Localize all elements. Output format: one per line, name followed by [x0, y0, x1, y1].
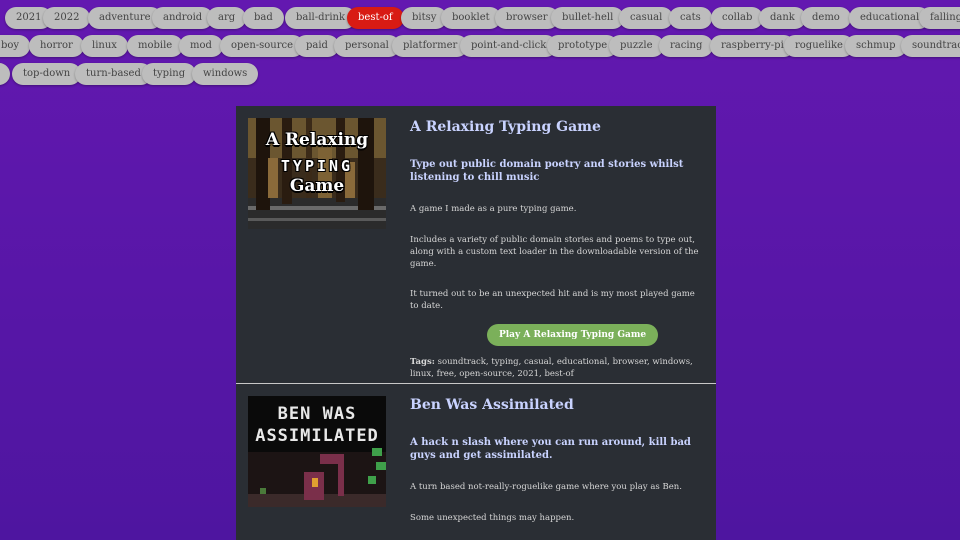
tag-pill[interactable]: windows	[192, 63, 259, 85]
game-thumbnail[interactable]: BEN WAS ASSIMILATED	[248, 396, 386, 507]
tag-pill[interactable]: prototype	[547, 35, 619, 57]
game-title[interactable]: Ben Was Assimilated	[410, 396, 700, 414]
game-description: Includes a variety of public domain stor…	[410, 235, 699, 269]
tag-pill[interactable]: best-of	[347, 7, 404, 29]
tag-pill[interactable]: roguelike	[784, 35, 854, 57]
thumbnail-title-line: ASSIMILATED	[255, 426, 379, 446]
tag-pill[interactable]: open-source	[220, 35, 305, 57]
thumbnail-title-line: BEN WAS	[277, 404, 357, 424]
game-description: A game I made as a pure typing game.	[410, 204, 577, 214]
game-tags: Tags: soundtrack, typing, casual, educat…	[410, 356, 700, 380]
tag-pill[interactable]: puzzle	[609, 35, 664, 57]
tag-pill[interactable]: mod	[179, 35, 223, 57]
tag-pill[interactable]: mobile	[127, 35, 184, 57]
game-subtitle: Type out public domain poetry and storie…	[410, 159, 684, 183]
tag-pill[interactable]: bullet-hell	[551, 7, 625, 29]
tag-pill[interactable]: paid	[295, 35, 339, 57]
games-list: A Relaxing TYPING Game A Relaxing Typing…	[236, 106, 716, 540]
tag-pill[interactable]: arg	[207, 7, 247, 29]
tag-pill[interactable]: dank	[759, 7, 806, 29]
game-title[interactable]: A Relaxing Typing Game	[410, 118, 700, 136]
tag-pill[interactable]: schmup	[845, 35, 907, 57]
thumbnail-title-line: A Relaxing	[265, 130, 369, 150]
game-description: It turned out to be an unexpected hit an…	[410, 289, 695, 311]
tag-pill[interactable]: turn-based	[75, 63, 152, 85]
tag-pill[interactable]: booklet	[441, 7, 501, 29]
tag-pill[interactable]: collab	[711, 7, 764, 29]
tag-pill[interactable]: top-down	[12, 63, 82, 85]
game-details: A Relaxing Typing Game Type out public d…	[410, 118, 700, 380]
tag-filter-bar: 2021 2022 adventure android arg bad ball-drink…	[0, 0, 960, 90]
tag-pill[interactable]: adventure	[88, 7, 162, 29]
tags-value[interactable]: soundtrack, typing, casual, educational,…	[410, 357, 693, 379]
thumbnail-title-line: Game	[289, 176, 345, 196]
play-button[interactable]: Play A Relaxing Typing Game	[487, 324, 659, 346]
tag-pill[interactable]: demo	[801, 7, 851, 29]
tag-pill[interactable]	[0, 63, 10, 85]
tag-pill[interactable]: bad	[243, 7, 284, 29]
thumbnail-title-line: TYPING	[280, 157, 354, 175]
tag-pill[interactable]: casual	[619, 7, 674, 29]
game-description: A turn based not-really-roguelike game w…	[410, 482, 682, 492]
tags-label: Tags:	[410, 357, 435, 367]
tag-pill[interactable]: boy	[0, 35, 31, 57]
tag-pill[interactable]: ball-drink	[285, 7, 357, 29]
game-details: Ben Was Assimilated A hack n slash where…	[410, 396, 700, 524]
game-description: Some unexpected things may happen.	[410, 513, 575, 523]
tag-pill[interactable]: racing	[659, 35, 714, 57]
tag-pill[interactable]: browser	[495, 7, 559, 29]
tag-pill[interactable]: linux	[81, 35, 128, 57]
game-thumbnail[interactable]: A Relaxing TYPING Game	[248, 118, 386, 229]
tag-pill[interactable]: raspberry-pi	[710, 35, 795, 57]
tag-pill[interactable]: horror	[29, 35, 84, 57]
tag-pill[interactable]: android	[152, 7, 214, 29]
tag-pill[interactable]: 2022	[43, 7, 91, 29]
entry-divider	[236, 383, 716, 384]
tag-pill[interactable]: educational	[849, 7, 931, 29]
tag-pill[interactable]: falling-	[919, 7, 960, 29]
tag-pill[interactable]: point-and-click	[460, 35, 558, 57]
tag-pill[interactable]: cats	[669, 7, 712, 29]
tag-pill[interactable]: platformer	[392, 35, 469, 57]
game-subtitle: A hack n slash where you can run around,…	[410, 437, 691, 461]
tag-pill[interactable]: personal	[334, 35, 400, 57]
tag-pill[interactable]: typing	[142, 63, 197, 85]
tag-pill[interactable]: soundtrack	[901, 35, 960, 57]
